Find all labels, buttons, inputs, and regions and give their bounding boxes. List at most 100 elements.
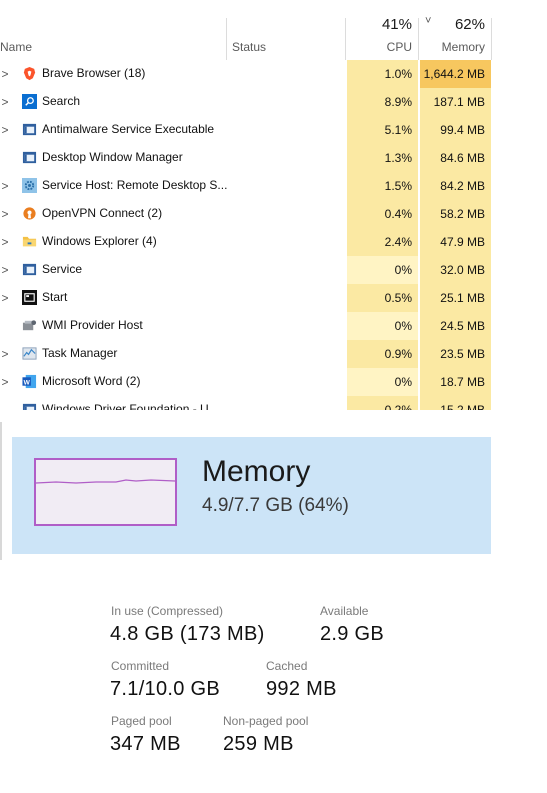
process-memory: 18.7 MB [419, 368, 491, 396]
process-memory: 58.2 MB [419, 200, 491, 228]
memory-tile-usage: 4.9/7.7 GB (64%) [202, 495, 349, 516]
memory-graph [35, 479, 176, 484]
process-table: 41% ˅ 62% Name Status CPU Memory > Brave … [0, 0, 547, 410]
process-memory: 99.4 MB [419, 116, 491, 144]
paged-pool-label: Paged pool [111, 714, 172, 728]
window-icon [22, 122, 37, 137]
process-name: OpenVPN Connect (2) [42, 206, 163, 220]
expand-chevron-icon[interactable]: > [0, 347, 10, 361]
memory-tile-title: Memory [202, 455, 311, 488]
process-name: Search [42, 94, 81, 108]
process-row[interactable]: > Search 8.9% 187.1 MB [0, 88, 547, 116]
process-cpu: 5.1% [346, 116, 418, 144]
process-cpu: 8.9% [346, 88, 418, 116]
openvpn-icon [22, 206, 37, 221]
committed-label: Committed [111, 659, 170, 673]
process-cpu: 0.5% [346, 284, 418, 312]
search-icon [22, 94, 37, 109]
process-memory: 187.1 MB [419, 88, 491, 116]
expand-chevron-icon[interactable]: > [0, 67, 10, 81]
process-row[interactable]: > W Microsoft Word (2) 0% 18.7 MB [0, 368, 547, 396]
column-header-status[interactable]: Status [232, 40, 266, 54]
memory-usage-line [35, 479, 176, 484]
process-cpu: 1.3% [346, 144, 418, 172]
column-divider [226, 18, 227, 60]
window-icon [22, 402, 37, 410]
process-row[interactable]: > Service Host: Remote Desktop S... 1.5% 84… [0, 172, 547, 200]
gear-icon [22, 178, 37, 193]
paged-pool-value: 347 MB [110, 733, 181, 755]
process-row[interactable]: Windows Driver Foundation - U... 0.2% 15.2… [0, 396, 547, 410]
process-name: Windows Explorer (4) [42, 234, 157, 248]
brave-icon [22, 66, 37, 81]
process-name: Start [42, 290, 68, 304]
process-cpu: 0.2% [346, 396, 418, 410]
process-cpu: 1.5% [346, 172, 418, 200]
available-label: Available [320, 604, 369, 618]
process-row[interactable]: Desktop Window Manager 1.3% 84.6 MB [0, 144, 547, 172]
process-row[interactable]: > Task Manager 0.9% 23.5 MB [0, 340, 547, 368]
window-icon [22, 262, 37, 277]
cpu-total-percent[interactable]: 41% [350, 16, 412, 33]
task-manager-icon [22, 346, 37, 361]
process-memory: 24.5 MB [419, 312, 491, 340]
process-memory: 32.0 MB [419, 256, 491, 284]
committed-value: 7.1/10.0 GB [110, 678, 221, 700]
process-row[interactable]: > OpenVPN Connect (2) 0.4% 58.2 MB [0, 200, 547, 228]
expand-chevron-icon[interactable]: > [0, 235, 10, 249]
svg-text:W: W [24, 379, 31, 386]
window-icon [22, 150, 37, 165]
process-row[interactable]: > Brave Browser (18) 1.0% 1,644.2 MB [0, 60, 547, 88]
process-memory: 25.1 MB [419, 284, 491, 312]
process-cpu: 1.0% [346, 60, 418, 88]
process-name: Task Manager [42, 346, 118, 360]
non-paged-pool-value: 259 MB [223, 733, 294, 755]
process-cpu: 2.4% [346, 228, 418, 256]
process-row[interactable]: > Antimalware Service Executable 5.1% 99.4 … [0, 116, 547, 144]
column-header-memory[interactable]: Memory [423, 40, 485, 54]
expand-chevron-icon[interactable]: > [0, 123, 10, 137]
column-divider [418, 18, 419, 60]
expand-chevron-icon[interactable]: > [0, 179, 10, 193]
expand-chevron-icon[interactable]: > [0, 95, 10, 109]
process-memory: 84.2 MB [419, 172, 491, 200]
process-name: Windows Driver Foundation - U... [42, 402, 219, 410]
wmi-icon [22, 318, 37, 333]
process-cpu: 0% [346, 312, 418, 340]
process-name: WMI Provider Host [42, 318, 143, 332]
process-memory: 15.2 MB [419, 396, 491, 410]
process-memory: 1,644.2 MB [419, 60, 491, 88]
cached-label: Cached [266, 659, 308, 673]
expand-chevron-icon[interactable]: > [0, 375, 10, 389]
expand-chevron-icon[interactable]: > [0, 207, 10, 221]
process-cpu: 0% [346, 368, 418, 396]
word-icon: W [22, 374, 37, 389]
start-icon [22, 290, 37, 305]
process-memory: 47.9 MB [419, 228, 491, 256]
memory-total-percent[interactable]: 62% [423, 16, 485, 33]
process-name: Service Host: Remote Desktop S... [42, 178, 228, 192]
process-name: Brave Browser (18) [42, 66, 146, 80]
expand-chevron-icon[interactable]: > [0, 263, 10, 277]
process-memory: 84.6 MB [419, 144, 491, 172]
process-cpu: 0.9% [346, 340, 418, 368]
column-divider [491, 18, 492, 60]
memory-tile[interactable]: Memory 4.9/7.7 GB (64%) [12, 437, 491, 554]
process-row[interactable]: > Windows Explorer (4) 2.4% 47.9 MB [0, 228, 547, 256]
process-name: Service [42, 262, 83, 276]
process-name: Microsoft Word (2) [42, 374, 141, 388]
column-header-name[interactable]: Name [0, 40, 32, 54]
expand-chevron-icon[interactable]: > [0, 291, 10, 305]
process-row[interactable]: > Service 0% 32.0 MB [0, 256, 547, 284]
in-use-value: 4.8 GB (173 MB) [110, 623, 265, 645]
process-row[interactable]: WMI Provider Host 0% 24.5 MB [0, 312, 547, 340]
memory-sparkline [34, 458, 177, 526]
column-header-cpu[interactable]: CPU [350, 40, 412, 54]
available-value: 2.9 GB [320, 623, 385, 645]
process-cpu: 0% [346, 256, 418, 284]
folder-icon [22, 234, 37, 249]
process-name: Antimalware Service Executable [42, 122, 215, 136]
process-row[interactable]: > Start 0.5% 25.1 MB [0, 284, 547, 312]
non-paged-pool-label: Non-paged pool [223, 714, 309, 728]
cached-value: 992 MB [266, 678, 337, 700]
